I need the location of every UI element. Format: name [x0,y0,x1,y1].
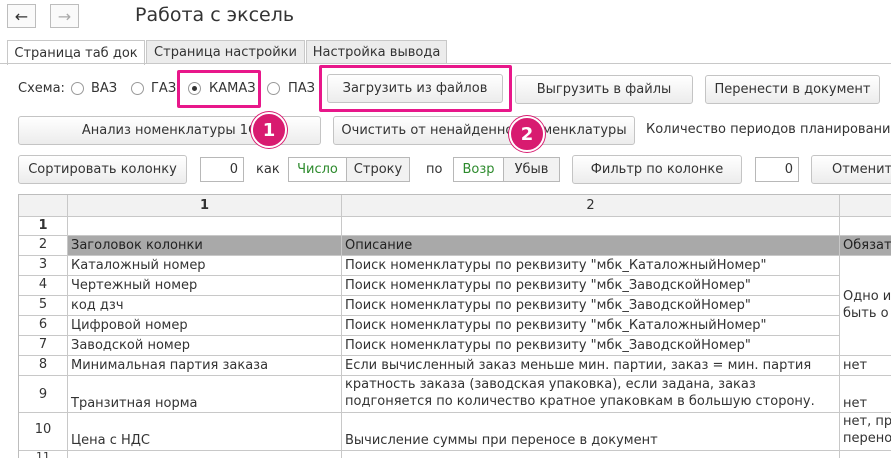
column-header[interactable] [840,195,891,217]
table-cell[interactable]: нет [840,356,891,376]
tab-divider [0,63,891,64]
sort-desc-toggle[interactable]: Убыв [503,157,560,182]
table-cell[interactable] [840,217,891,236]
table-cell[interactable] [68,217,342,236]
cell-line: перено [843,431,891,446]
row-number: 6 [19,316,68,336]
table-cell[interactable]: Цена с НДС [68,413,342,451]
arrow-left-icon: ← [14,6,29,26]
row-number: 4 [19,276,68,296]
table-cell[interactable]: Поиск номенклатуры по реквизиту "мбк_Зав… [342,296,840,316]
table-cell[interactable]: Поиск номенклатуры по реквизиту "мбк_Кат… [342,316,840,336]
scheme-label: Схема: [18,81,65,96]
row-number: 8 [19,356,68,376]
annotation-badge-2: 2 [509,116,545,152]
table-cell[interactable]: Чертежный номер [68,276,342,296]
type-string-toggle[interactable]: Строку [346,157,410,182]
sort-column-number-input[interactable]: 0 [200,157,244,182]
filter-column-button[interactable]: Фильтр по колонке [572,155,742,184]
as-label: как [256,162,280,177]
radio-paz[interactable] [267,82,280,95]
merged-cell-line: быть о [843,306,889,321]
cell-line: кратность заказа (заводская упаковка), е… [345,377,756,392]
by-label: по [426,162,443,177]
cell-line: нет, пр [843,414,891,429]
window-title: Работа с эксель [135,4,295,26]
radio-paz-label[interactable]: ПАЗ [288,81,315,96]
table-cell[interactable]: Транзитная норма [68,376,342,413]
table-cell[interactable]: Каталожный номер [68,256,342,276]
row-number: 1 [19,217,68,236]
table-cell[interactable]: Поиск номенклатуры по реквизиту "мбк_Зав… [342,276,840,296]
table-cell[interactable] [342,217,840,236]
table-cell[interactable]: Заводской номер [68,336,342,356]
row-number: 10 [19,413,68,451]
table-cell[interactable]: Цифровой номер [68,316,342,336]
sort-asc-toggle[interactable]: Возр [453,157,504,182]
radio-vaz[interactable] [71,82,84,95]
spreadsheet-grid[interactable]: 1 2 1 2 Заголовок колонки Описание Обяза… [18,194,891,458]
table-cell[interactable]: Поиск номенклатуры по реквизиту "мбк_Зав… [342,336,840,356]
highlight-load-button [319,65,512,112]
cell-line: подгоняется по количество кратное упаков… [345,394,815,409]
table-cell[interactable]: кратность заказа (заводская упаковка), е… [342,376,840,413]
row-number: 7 [19,336,68,356]
periods-label: Количество периодов планирования: [646,122,891,137]
table-cell[interactable]: код дзч [68,296,342,316]
radio-vaz-label[interactable]: ВАЗ [91,81,117,96]
table-cell[interactable]: Если вычисленный заказ меньше мин. парти… [342,356,840,376]
table-cell[interactable]: Поиск номенклатуры по реквизиту "мбк_Кат… [342,256,840,276]
export-to-files-button[interactable]: Выгрузить в файлы [515,75,693,104]
tab-settings[interactable]: Страница настройки [146,40,305,64]
cancel-filter-button[interactable]: Отменить [811,155,891,184]
column-header[interactable]: 1 [68,195,342,217]
back-button[interactable]: ← [7,4,36,28]
table-cell[interactable]: Минимальная партия заказа [68,356,342,376]
sort-column-button[interactable]: Сортировать колонку [18,155,187,184]
tab-output-settings[interactable]: Настройка вывода [306,40,447,64]
tab-table-doc[interactable]: Страница таб док [7,40,145,65]
arrow-right-icon: → [57,6,72,26]
table-cell[interactable]: нет, пр перено [840,413,891,451]
radio-gaz[interactable] [131,82,144,95]
forward-button[interactable]: → [50,4,79,28]
tab-label: Страница настройки [154,44,297,60]
row-number: 9 [19,376,68,413]
row-number: 3 [19,256,68,276]
type-number-toggle[interactable]: Число [288,157,347,182]
table-cell[interactable]: Заголовок колонки [68,236,342,256]
table-cell[interactable]: Вычисление суммы при переносе в документ [342,413,840,451]
row-number: 5 [19,296,68,316]
annotation-badge-1: 1 [251,112,287,148]
table-cell[interactable]: Описание [342,236,840,256]
table-cell-merged[interactable]: Одно и быть о [840,256,891,356]
filter-column-number-input[interactable]: 0 [755,157,799,182]
transfer-to-document-button[interactable]: Перенести в документ [705,75,880,104]
clear-unfound-button[interactable]: Очистить от ненайденной номенклатуры [333,116,635,145]
grid-corner [19,195,68,217]
merged-cell-line: Одно и [843,289,891,304]
tab-label: Настройка вывода [312,44,441,60]
column-header[interactable]: 2 [342,195,840,217]
table-cell[interactable]: Обязательная [840,236,891,256]
tab-label: Страница таб док [14,45,138,61]
table-cell[interactable]: нет [840,376,891,413]
highlight-kamaz-radio [177,70,261,108]
radio-gaz-label[interactable]: ГАЗ [151,81,176,96]
row-number: 2 [19,236,68,256]
